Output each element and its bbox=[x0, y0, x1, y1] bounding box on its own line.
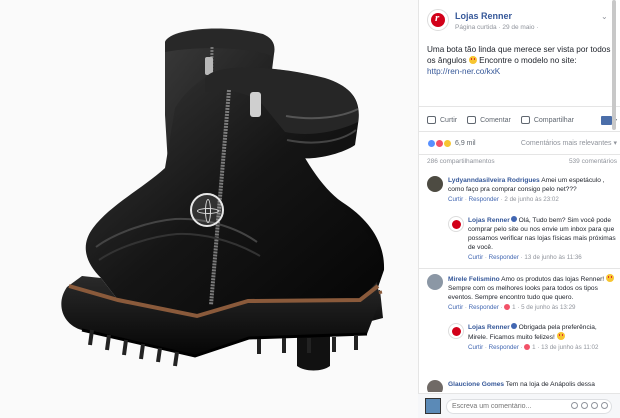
avatar[interactable] bbox=[427, 274, 443, 290]
comments-scrollbar[interactable] bbox=[612, 0, 618, 418]
comment-like-link[interactable]: Curtir bbox=[468, 344, 483, 351]
comment-body: Lydyanndasilveira Rodrigues Amei um espe… bbox=[448, 176, 616, 204]
page-name[interactable]: Lojas Renner bbox=[455, 11, 512, 21]
scrollbar-thumb[interactable] bbox=[612, 0, 616, 130]
comment-like-link[interactable]: Curtir bbox=[448, 304, 463, 311]
divider bbox=[419, 154, 620, 155]
share-button[interactable]: Compartilhar bbox=[520, 116, 574, 124]
comment-reply-link[interactable]: Responder bbox=[469, 304, 499, 311]
love-reaction-icon bbox=[524, 344, 531, 350]
comment-reply-link[interactable]: Responder bbox=[489, 344, 519, 351]
post-link[interactable]: http://ren-ner.co/kxK bbox=[427, 66, 617, 77]
verified-badge-icon bbox=[510, 323, 517, 329]
comment-body: Mirele Felismino Amo os produtos das loj… bbox=[448, 274, 616, 312]
comment-author[interactable]: Lydyanndasilveira Rodrigues bbox=[448, 177, 540, 184]
comment-meta: Curtir · Responder · 2 de junho às 23:02 bbox=[448, 196, 559, 203]
renner-logo-icon bbox=[431, 12, 445, 27]
sticker-icon[interactable] bbox=[601, 402, 608, 409]
comment-meta: Curtir · Responder · 13 de junho às 11:3… bbox=[468, 254, 582, 261]
comment-time: 5 de junho às 13:29 bbox=[521, 304, 576, 311]
wow-reaction-icon bbox=[443, 138, 452, 148]
comment-time: 13 de junho às 11:36 bbox=[524, 254, 582, 261]
rotate-360-icon[interactable] bbox=[190, 193, 224, 227]
heart-eyes-emoji-icon bbox=[468, 56, 477, 64]
profile-thumbnail bbox=[600, 115, 612, 125]
comment-author[interactable]: Mirele Felismino bbox=[448, 276, 500, 283]
like-label: Curtir bbox=[440, 116, 458, 124]
heart-eyes-emoji-icon bbox=[556, 332, 565, 340]
reaction-count[interactable]: 6,9 mil bbox=[455, 140, 476, 147]
comment-author[interactable]: Lojas Renner bbox=[468, 324, 510, 331]
comment-author[interactable]: Lojas Renner bbox=[468, 217, 510, 224]
comment-time: 2 de junho às 23:02 bbox=[504, 196, 559, 203]
comment-icon bbox=[467, 116, 477, 124]
comment-reaction-count[interactable]: 1 bbox=[512, 304, 515, 311]
comment-time: 13 de junho às 11:02 bbox=[541, 344, 599, 351]
comment-text: Tem na loja de Anápolis dessa bbox=[505, 381, 595, 388]
post-actions: Curtir Comentar Compartilhar ▾ bbox=[427, 112, 617, 128]
post-message-cont: Encontre o modelo no site: bbox=[479, 56, 577, 65]
engagement-counts: 286 compartilhamentos 539 comentários bbox=[427, 158, 617, 165]
post-meta: Página curtida · 29 de maio · bbox=[455, 24, 539, 31]
comment-sort[interactable]: Comentários mais relevantes ▾ bbox=[521, 139, 617, 147]
post-text: Uma bota tão linda que merece ser vista … bbox=[427, 44, 617, 77]
comment-body: Glaucione Gomes Tem na loja de Anápolis … bbox=[448, 380, 616, 389]
divider bbox=[419, 268, 620, 269]
love-reaction-icon bbox=[504, 304, 511, 310]
product-photo[interactable] bbox=[0, 0, 418, 418]
divider bbox=[419, 131, 620, 132]
comment-meta: Curtir · Responder · 1 · 5 de junho às 1… bbox=[448, 304, 576, 311]
comment-text-cont: Sempre com os melhores looks para todos … bbox=[448, 285, 598, 301]
post-header: Lojas Renner Página curtida · 29 de maio… bbox=[427, 8, 617, 36]
avatar[interactable] bbox=[448, 323, 464, 339]
post-sidebar: Lojas Renner Página curtida · 29 de maio… bbox=[418, 0, 620, 418]
comment-label: Comentar bbox=[480, 116, 511, 124]
reactions-row[interactable]: 6,9 mil Comentários mais relevantes ▾ bbox=[427, 137, 617, 149]
share-label: Compartilhar bbox=[533, 116, 574, 124]
comment-button[interactable]: Comentar bbox=[467, 116, 511, 124]
comment-text: Amo os produtos das lojas Renner! bbox=[501, 276, 605, 283]
divider bbox=[419, 106, 620, 107]
like-button[interactable]: Curtir bbox=[427, 116, 457, 124]
avatar[interactable] bbox=[448, 216, 464, 232]
comment-reply-link[interactable]: Responder bbox=[469, 196, 499, 203]
page-avatar[interactable] bbox=[427, 9, 449, 31]
comment-item: Glaucione Gomes Tem na loja de Anápolis … bbox=[427, 380, 617, 392]
share-count[interactable]: 286 compartilhamentos bbox=[427, 158, 495, 165]
reply-body: Lojas Renner Olá, Tudo bem? Sim você pod… bbox=[468, 216, 617, 262]
comment-meta: Curtir · Responder · 1 · 13 de junho às … bbox=[468, 344, 599, 351]
comment-author[interactable]: Glaucione Gomes bbox=[448, 381, 504, 388]
avatar[interactable] bbox=[427, 176, 443, 192]
comment-like-link[interactable]: Curtir bbox=[448, 196, 463, 203]
chevron-down-icon[interactable]: ⌄ bbox=[601, 12, 609, 21]
thumbs-up-icon bbox=[427, 116, 436, 124]
share-icon bbox=[520, 116, 530, 124]
composer-icons bbox=[571, 402, 608, 409]
user-avatar[interactable] bbox=[425, 398, 441, 414]
reply-body: Lojas Renner Obrigada pela preferência, … bbox=[468, 323, 617, 352]
comment-like-link[interactable]: Curtir bbox=[468, 254, 483, 261]
comment-count[interactable]: 539 comentários bbox=[569, 158, 617, 165]
emoji-icon[interactable] bbox=[571, 402, 578, 409]
comment-composer bbox=[418, 393, 620, 418]
avatar[interactable] bbox=[427, 380, 443, 392]
comment-reply-link[interactable]: Responder bbox=[489, 254, 519, 261]
camera-icon[interactable] bbox=[581, 402, 588, 409]
verified-badge-icon bbox=[510, 216, 517, 222]
gif-icon[interactable] bbox=[591, 402, 598, 409]
comment-reaction-count[interactable]: 1 bbox=[532, 344, 535, 351]
